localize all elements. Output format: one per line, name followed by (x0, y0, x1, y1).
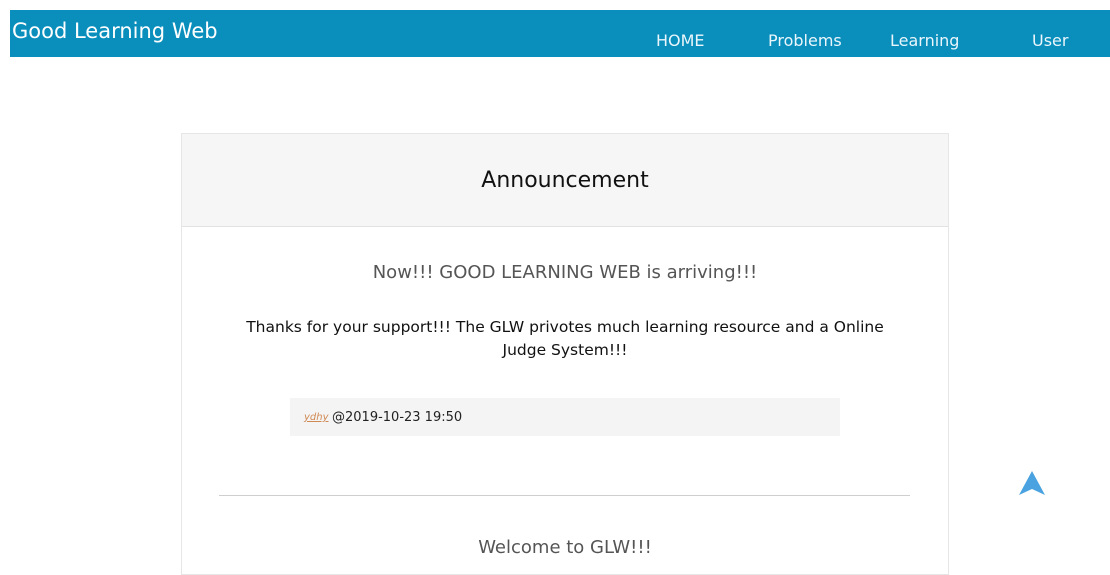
panel-header: Announcement (182, 134, 948, 227)
panel-title: Announcement (481, 168, 649, 193)
post-date: @2019-10-23 19:50 (332, 410, 463, 425)
nav-item-problems[interactable]: Problems (768, 31, 842, 50)
back-to-top-button[interactable] (1018, 471, 1046, 495)
announcement-panel: Announcement Now!!! GOOD LEARNING WEB is… (181, 133, 949, 575)
announcement-divider (219, 495, 910, 496)
announcement-headline: Now!!! GOOD LEARNING WEB is arriving!!! (372, 262, 758, 283)
top-navbar: Good Learning Web HOME Problems Learning… (10, 10, 1110, 57)
nav-item-home[interactable]: HOME (656, 31, 705, 50)
nav-item-user[interactable]: User (1032, 31, 1068, 50)
site-brand[interactable]: Good Learning Web (12, 19, 218, 43)
announcement-meta: ydhy @2019-10-23 19:50 (290, 398, 840, 436)
arrow-up-icon (1019, 471, 1045, 495)
author-link[interactable]: ydhy (304, 412, 329, 423)
announcement-headline: Welcome to GLW!!! (478, 537, 652, 558)
announcement-body: Thanks for your support!!! The GLW privo… (246, 318, 884, 359)
nav-item-learning[interactable]: Learning (890, 31, 959, 50)
